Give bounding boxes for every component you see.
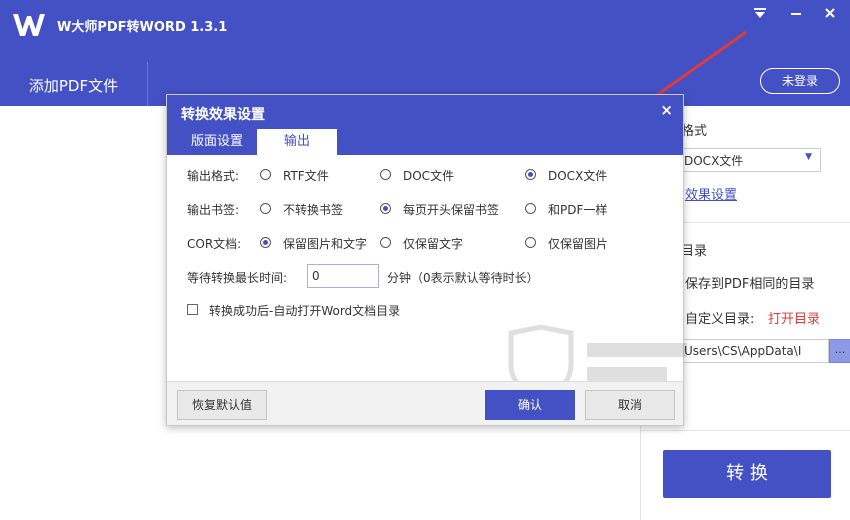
cancel-button[interactable]: 取消 [585,390,675,420]
radio-text-only-label[interactable]: 仅保留文字 [403,235,463,252]
radio-docx[interactable] [525,169,536,180]
w-logo-icon [13,14,45,36]
radio-rtf[interactable] [260,169,271,180]
radio-rtf-label[interactable]: RTF文件 [283,167,329,184]
same-dir-option[interactable]: 保存到PDF相同的目录 [685,273,814,292]
radio-image-only-label[interactable]: 仅保留图片 [548,235,608,252]
dir-label: 目录 [681,244,708,259]
radio-text-only[interactable] [380,237,391,248]
dialog-title: 转换效果设置 [181,107,265,123]
radio-same-pdf[interactable] [525,203,536,214]
tab-output[interactable]: 输出 [257,129,337,155]
radio-same-pdf-label[interactable]: 和PDF一样 [548,201,607,218]
radio-page-bookmark-label[interactable]: 每页开头保留书签 [403,201,499,218]
ocr-label: COR文档: [187,237,242,251]
dialog-footer: 恢复默认值 确认 取消 [167,381,683,425]
divider [641,430,850,431]
dialog-close-icon[interactable]: × [660,101,673,119]
close-icon[interactable] [820,6,840,26]
output-format-label: 输出格式: [187,169,240,183]
radio-keep-all-label[interactable]: 保留图片和文字 [283,235,367,252]
radio-no-bookmark[interactable] [260,203,271,214]
browse-button[interactable]: ... [829,339,850,363]
format-select-value: DOCX文件 [684,154,744,168]
caret-down-icon: ▼ [805,152,812,162]
login-button[interactable]: 未登录 [760,68,840,94]
convert-button[interactable]: 转 换 [663,450,831,498]
dir-path-input[interactable]: Users\CS\AppData\I [681,339,829,363]
dialog-header: 转换效果设置 × 版面设置 输出 [167,95,683,155]
radio-doc[interactable] [380,169,391,180]
bookmark-label: 输出书签: [187,203,240,217]
confirm-button[interactable]: 确认 [485,390,575,420]
open-dir-link[interactable]: 打开目录 [768,308,820,327]
wait-time-input[interactable]: 0 [307,264,379,288]
tab-layout[interactable]: 版面设置 [167,129,267,155]
auto-open-checkbox[interactable] [187,304,198,315]
format-select[interactable]: DOCX文件 ▼ [681,148,821,172]
radio-docx-label[interactable]: DOCX文件 [548,167,607,184]
radio-no-bookmark-label[interactable]: 不转换书签 [283,201,343,218]
wait-time-unit: 分钟（0表示默认等待时长） [387,271,539,285]
minimize-icon[interactable] [786,6,806,26]
conversion-settings-dialog: 转换效果设置 × 版面设置 输出 输出格式: RTF文件 DOC文件 DOCX文… [166,94,687,426]
app-title: W大师PDF转WORD 1.3.1 [57,20,228,35]
radio-page-bookmark[interactable] [380,203,391,214]
radio-doc-label[interactable]: DOC文件 [403,167,454,184]
radio-image-only[interactable] [525,237,536,248]
wait-time-label: 等待转换最长时间: [187,271,288,285]
radio-keep-all[interactable] [260,237,271,248]
effect-settings-link[interactable]: 效果设置 [685,184,737,203]
add-pdf-button[interactable]: 添加PDF文件 [0,62,148,106]
auto-open-label[interactable]: 转换成功后-自动打开Word文档目录 [209,302,400,319]
restore-defaults-button[interactable]: 恢复默认值 [177,390,267,420]
